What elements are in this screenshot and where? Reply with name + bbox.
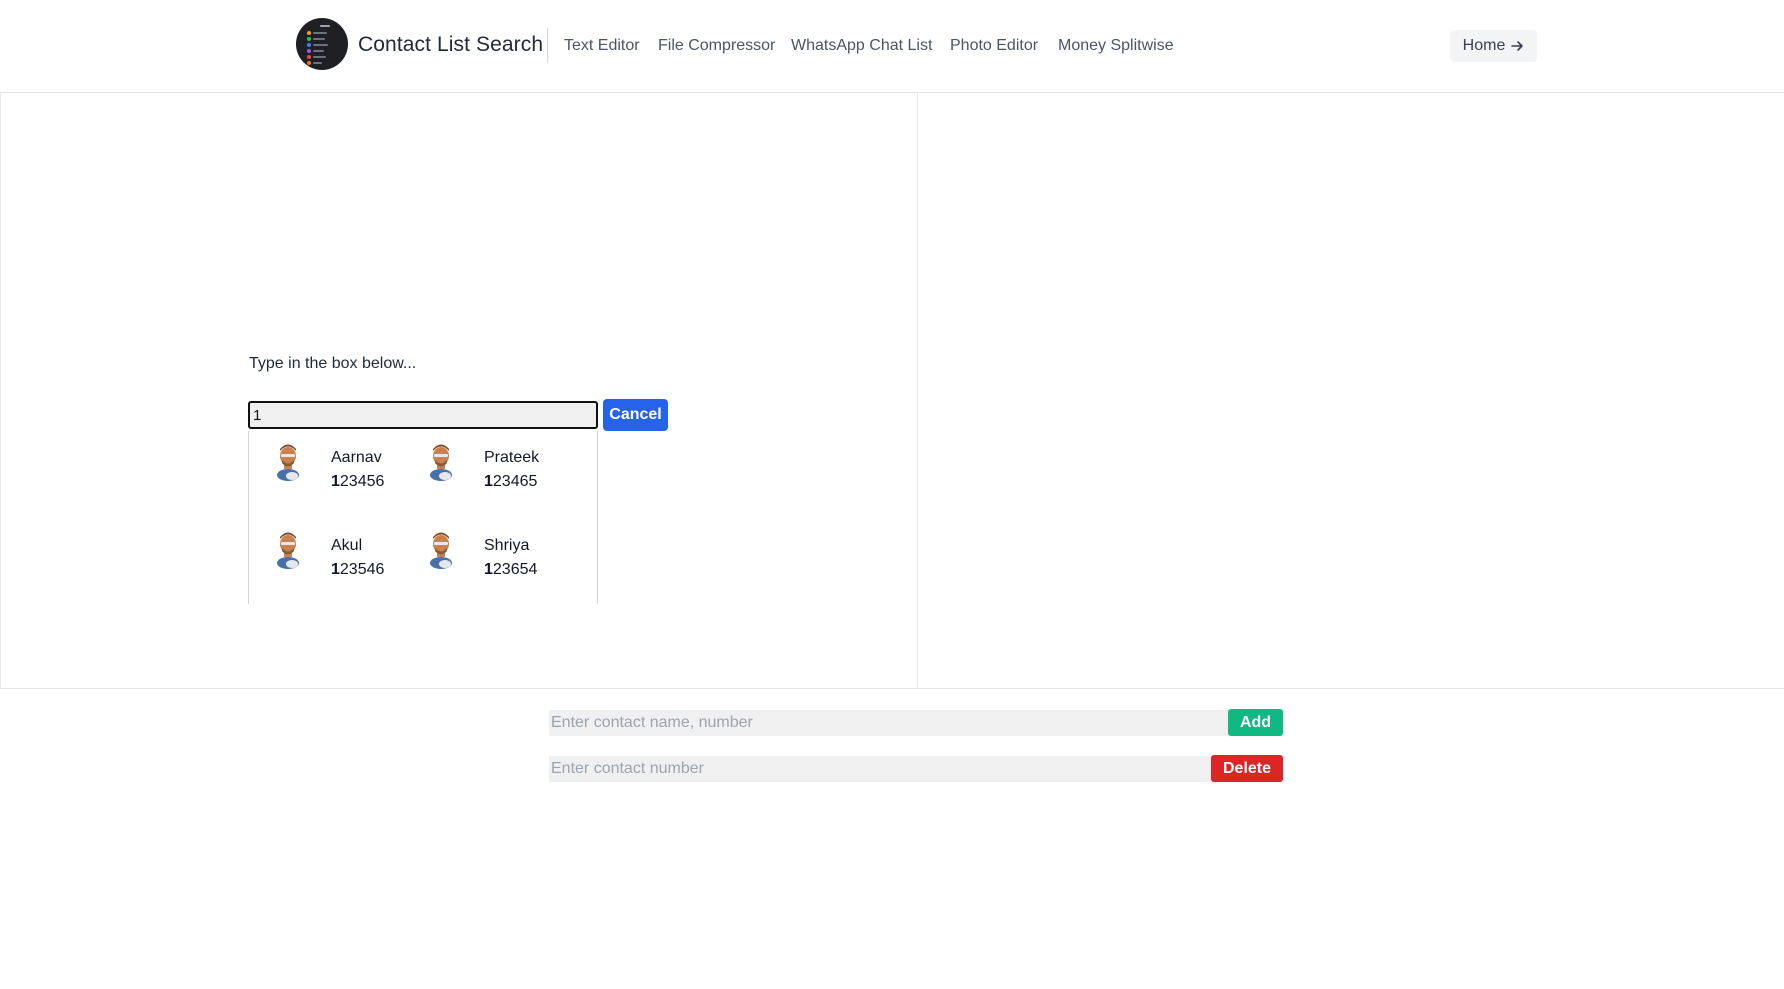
number-rest: 23654: [492, 561, 538, 578]
contact-card[interactable]: Akul 123546: [249, 519, 399, 589]
number-match: 1: [331, 473, 340, 490]
nav-link-file-compressor[interactable]: File Compressor: [658, 37, 775, 55]
person-avatar-icon: [430, 444, 452, 481]
nav-link-text-editor[interactable]: Text Editor: [564, 37, 640, 55]
contact-number: 123465: [484, 473, 537, 491]
contact-number: 123456: [331, 473, 384, 491]
number-match: 1: [331, 561, 340, 578]
brand-title[interactable]: Contact List Search: [358, 33, 543, 57]
search-prompt: Type in the box below...: [249, 355, 417, 372]
contact-card[interactable]: Prateek 123465: [402, 431, 552, 501]
contact-number: 123654: [484, 561, 537, 579]
home-button-label: Home: [1462, 37, 1506, 54]
contact-card[interactable]: Aarnav 123456: [249, 431, 399, 501]
delete-contact-input[interactable]: [549, 756, 1211, 782]
contact-name: Shriya: [484, 537, 530, 554]
search-input[interactable]: [248, 401, 598, 429]
number-match: 1: [484, 561, 493, 578]
search-results: Aarnav 123456 Prateek 123465 Akul 123546: [248, 431, 598, 604]
number-match: 1: [484, 473, 493, 490]
nav-link-photo-editor[interactable]: Photo Editor: [950, 37, 1038, 55]
add-button[interactable]: Add: [1228, 709, 1283, 736]
person-avatar-icon: [277, 532, 299, 569]
nav-link-whatsapp-chat-list[interactable]: WhatsApp Chat List: [791, 37, 932, 55]
person-avatar-icon: [277, 444, 299, 481]
contact-name: Akul: [331, 537, 363, 554]
contact-card[interactable]: Shriya 123654: [402, 519, 552, 589]
person-avatar-icon: [430, 532, 452, 569]
number-rest: 23456: [339, 473, 385, 490]
add-contact-input[interactable]: [549, 710, 1228, 736]
nav-divider: [547, 28, 548, 63]
home-button[interactable]: Home: [1450, 30, 1537, 62]
app-logo[interactable]: [296, 18, 348, 70]
top-navbar: Contact List Search Text Editor File Com…: [0, 0, 1784, 93]
contact-number: 123546: [331, 561, 384, 579]
delete-button[interactable]: Delete: [1211, 755, 1283, 782]
cancel-button[interactable]: Cancel: [603, 399, 668, 431]
number-rest: 23546: [339, 561, 385, 578]
nav-link-money-splitwise[interactable]: Money Splitwise: [1058, 37, 1174, 55]
contact-name: Prateek: [484, 449, 540, 466]
arrow-right-icon: [1511, 41, 1524, 51]
contact-name: Aarnav: [331, 449, 382, 466]
right-panel: [917, 93, 1784, 689]
number-rest: 23465: [492, 473, 538, 490]
